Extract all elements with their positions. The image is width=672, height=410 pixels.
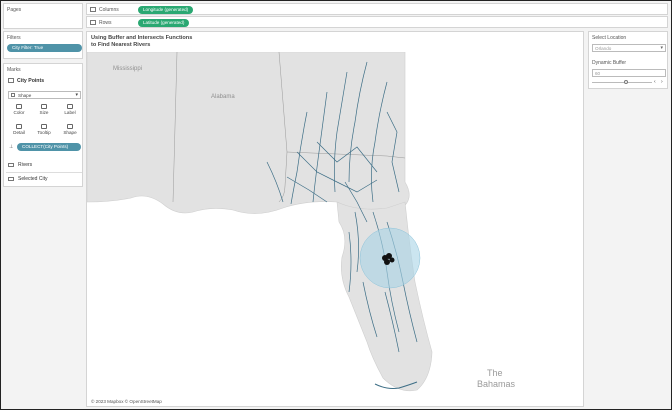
selected-city-layer-label: Selected City xyxy=(18,176,48,182)
layer-divider xyxy=(6,172,82,173)
slider-handle[interactable] xyxy=(624,80,628,84)
tooltip-button[interactable]: Tooltip xyxy=(33,122,55,140)
dynamic-buffer-title: Dynamic Buffer xyxy=(592,60,627,66)
size-icon xyxy=(41,104,47,109)
select-location-value: Orlando xyxy=(595,46,612,51)
filters-card: Filters City Filter: True xyxy=(3,31,83,59)
rows-pill[interactable]: Latitude (generated) xyxy=(138,19,190,27)
select-location-dropdown[interactable]: Orlando ▾ xyxy=(592,44,666,52)
map-label-alabama: Alabama xyxy=(211,94,235,100)
slider-next-icon[interactable]: › xyxy=(661,79,663,85)
workbook-frame: Pages Filters City Filter: True Marks Ci… xyxy=(0,0,672,410)
tooltip-label: Tooltip xyxy=(37,130,51,135)
layer-icon xyxy=(8,176,14,181)
marks-title: Marks xyxy=(7,67,21,73)
city-points-label: City Points xyxy=(17,78,45,84)
pages-title: Pages xyxy=(7,7,22,13)
city-points-layer[interactable]: City Points xyxy=(8,78,44,84)
layer-rivers[interactable]: Rivers xyxy=(8,162,32,168)
dynamic-buffer-input[interactable]: 60 xyxy=(592,69,666,77)
shape-mark-icon xyxy=(67,124,73,129)
color-button[interactable]: Color xyxy=(8,102,30,120)
shape-icon xyxy=(11,93,15,97)
detail-icon xyxy=(16,124,22,129)
size-label: Size xyxy=(39,110,49,115)
shape-button[interactable]: Shape xyxy=(59,122,81,140)
rows-icon xyxy=(90,20,96,25)
collect-pill[interactable]: COLLECT(City Points) xyxy=(17,143,81,151)
columns-shelf: Columns Longitude (generated) xyxy=(86,3,668,15)
select-location-title: Select Location xyxy=(592,35,627,41)
chevron-down-icon: ▾ xyxy=(75,92,78,98)
view-title-line2: to Find Nearest Rivers xyxy=(91,42,151,48)
detail-label: Detail xyxy=(13,130,25,135)
layer-selected-city[interactable]: Selected City xyxy=(8,176,47,182)
filter-pill[interactable]: City Filter: True xyxy=(7,44,82,52)
columns-icon xyxy=(90,7,96,12)
detail-mark-icon: ⊥ xyxy=(9,144,14,150)
parameters-card: Select Location Orlando ▾ Dynamic Buffer… xyxy=(588,31,668,89)
rivers-layer-label: Rivers xyxy=(18,162,33,168)
mark-type-dropdown[interactable]: Shape ▾ xyxy=(8,91,81,99)
label-icon xyxy=(67,104,73,109)
mark-type-value: Shape xyxy=(18,93,32,98)
map[interactable]: Mississippi Alabama The Bahamas xyxy=(87,52,583,406)
dynamic-buffer-value: 60 xyxy=(595,71,601,76)
pages-card: Pages xyxy=(3,3,83,29)
marks-card: Marks City Points Shape ▾ Color Size Lab… xyxy=(3,63,83,187)
view-card: Using Buffer and Intersects Functions to… xyxy=(86,31,584,407)
rows-shelf: Rows Latitude (generated) xyxy=(86,16,668,28)
map-label-bahamas-2: Bahamas xyxy=(477,379,516,389)
label-label: Label xyxy=(64,110,76,115)
columns-pill[interactable]: Longitude (generated) xyxy=(138,6,194,14)
layer-icon xyxy=(8,78,14,84)
slider-track xyxy=(592,82,652,83)
map-label-bahamas-1: The xyxy=(487,368,503,378)
label-button[interactable]: Label xyxy=(59,102,81,120)
dynamic-buffer-slider[interactable] xyxy=(592,80,652,86)
size-button[interactable]: Size xyxy=(33,102,55,120)
view-title: Using Buffer and Intersects Functions to… xyxy=(91,35,192,49)
layer-icon xyxy=(8,162,14,167)
map-attribution: © 2023 Mapbox © OpenStreetMap xyxy=(91,399,162,404)
color-icon xyxy=(16,104,22,109)
rows-label: Rows xyxy=(99,20,112,26)
color-label: Color xyxy=(13,110,25,115)
view-title-line1: Using Buffer and Intersects Functions xyxy=(91,35,193,41)
detail-button[interactable]: Detail xyxy=(8,122,30,140)
tooltip-icon xyxy=(41,124,47,129)
filters-title: Filters xyxy=(7,35,21,41)
slider-prev-icon[interactable]: ‹ xyxy=(654,79,656,85)
map-label-mississippi: Mississippi xyxy=(113,66,142,72)
chevron-down-icon: ▾ xyxy=(660,45,663,51)
shape-label: Shape xyxy=(63,130,77,135)
columns-label: Columns xyxy=(99,7,119,13)
